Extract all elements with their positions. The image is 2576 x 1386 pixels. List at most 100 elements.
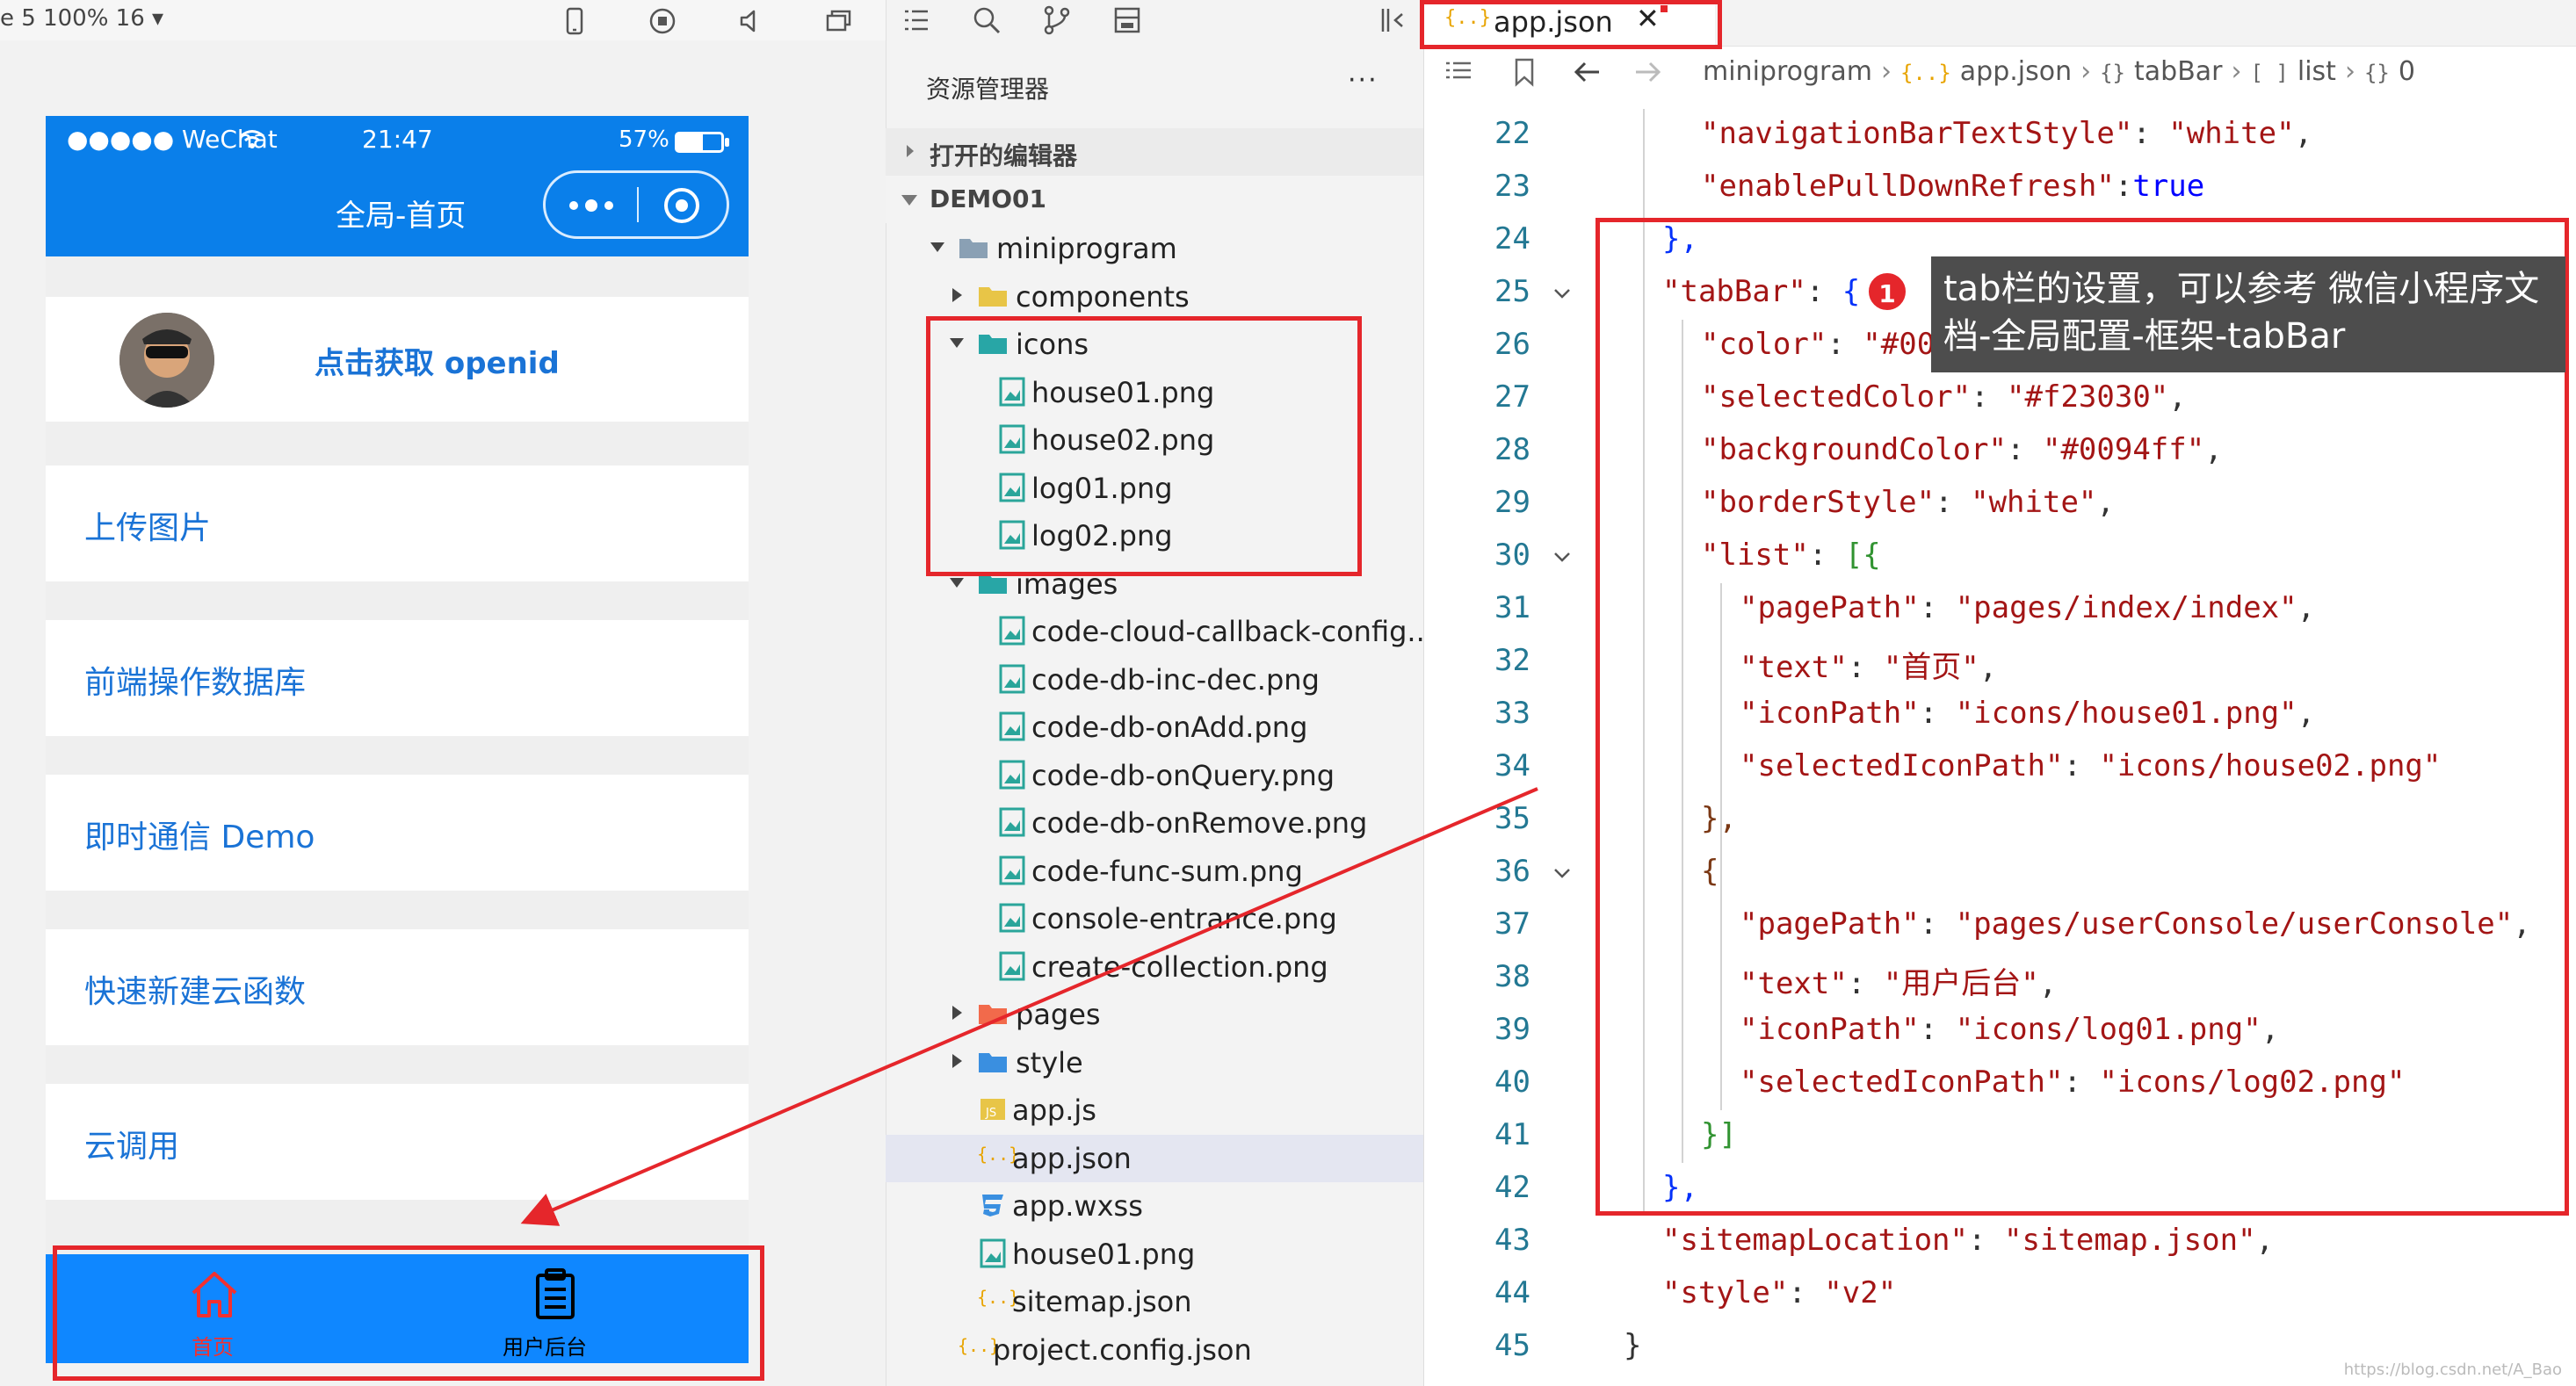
menu-item[interactable]: 即时通信 Demo — [46, 775, 749, 891]
tree-item-label: code-db-inc-dec.png — [1031, 662, 1320, 697]
folder-icon — [959, 239, 988, 258]
chevron-down-icon — [901, 195, 917, 206]
list-icon[interactable] — [900, 4, 933, 37]
svg-text:JS: JS — [985, 1107, 996, 1120]
image-file-icon — [999, 951, 1025, 980]
tree-item[interactable]: app.wxss — [886, 1182, 1423, 1230]
annotation-box-icons — [926, 316, 1362, 576]
tree-item-label: house01.png — [1012, 1237, 1196, 1271]
tree-item[interactable]: code-db-onRemove.png — [886, 799, 1423, 847]
battery-cap — [725, 138, 729, 147]
activity-toolbar — [886, 0, 1423, 40]
breadcrumb-item[interactable]: 0 — [2399, 56, 2415, 87]
open-editors-section[interactable]: 打开的编辑器 — [886, 128, 1423, 176]
breadcrumb-path: miniprogram › {..} app.json › {} tabBar › [ ] lis… — [1703, 56, 2415, 87]
close-target-icon[interactable] — [662, 185, 702, 226]
menu-item[interactable]: 前端操作数据库 — [46, 620, 749, 736]
tree-item-label: create-collection.png — [1031, 949, 1328, 984]
debug-icon[interactable] — [1111, 4, 1144, 37]
folder-icon — [979, 286, 1007, 307]
tree-item-label: app.wxss — [1012, 1189, 1143, 1223]
menu-item[interactable]: 云调用 — [46, 1084, 749, 1200]
line-number: 40 — [1494, 1065, 1530, 1100]
tree-item[interactable]: miniprogram — [886, 225, 1423, 272]
breadcrumb-icon: {..} — [1899, 61, 1951, 85]
chevron-right-icon — [907, 145, 914, 157]
stop-icon[interactable] — [647, 5, 678, 37]
watermark: https://blog.csdn.net/A_Bao — [2343, 1361, 2562, 1379]
tree-item[interactable]: {..} app.json — [886, 1134, 1423, 1182]
line-number: 28 — [1494, 432, 1530, 467]
chevron-right-icon — [952, 287, 962, 302]
line-number: 25 — [1494, 274, 1530, 309]
breadcrumb-separator: › — [1880, 56, 1892, 87]
tree-item[interactable]: code-db-onQuery.png — [886, 752, 1423, 799]
tree-item[interactable]: {..} sitemap.json — [886, 1278, 1423, 1325]
tree-item-label: code-db-onRemove.png — [1031, 806, 1368, 840]
code-line: "enablePullDownRefresh":true — [1701, 169, 2205, 204]
line-number: 31 — [1494, 590, 1530, 625]
breadcrumb-item[interactable]: miniprogram — [1703, 56, 1872, 87]
tree-item[interactable]: pages — [886, 991, 1423, 1038]
search-icon[interactable] — [970, 4, 1003, 37]
breadcrumb-item[interactable]: tabBar — [2134, 56, 2223, 87]
breadcrumb-item[interactable]: app.json — [1960, 56, 2072, 87]
tree-item[interactable]: code-cloud-callback-config.... — [886, 608, 1443, 655]
tree-item-label: sitemap.json — [1012, 1285, 1192, 1318]
fold-chevron-icon[interactable] — [1552, 283, 1573, 304]
tree-item-label: code-func-sum.png — [1031, 854, 1303, 888]
breadcrumb-item[interactable]: list — [2297, 56, 2336, 87]
mini-program-capsule — [543, 170, 729, 239]
menu-item[interactable]: 快速新建云函数 — [46, 929, 749, 1045]
collapse-panel-icon[interactable] — [1376, 4, 1409, 37]
project-section[interactable]: DEMO01 — [886, 176, 1423, 223]
line-number: 43 — [1494, 1223, 1530, 1258]
tree-item[interactable]: create-collection.png — [886, 943, 1423, 991]
git-branch-icon[interactable] — [1040, 4, 1074, 37]
back-arrow-icon[interactable] — [1571, 58, 1603, 86]
line-number: 33 — [1494, 696, 1530, 731]
line-number: 44 — [1494, 1275, 1530, 1310]
code-line: } — [1624, 1328, 1642, 1363]
explorer-more-button[interactable]: ··· — [1348, 65, 1378, 96]
forward-arrow-icon[interactable] — [1632, 58, 1664, 86]
chevron-right-icon — [952, 1053, 962, 1068]
simulator-toolbar: e 5 100% 16 ▾ — [0, 0, 886, 40]
fold-chevron-icon[interactable] — [1552, 546, 1573, 567]
project-name: DEMO01 — [930, 184, 1046, 213]
window-icon[interactable] — [822, 5, 854, 37]
tree-item-label: app.json — [1012, 1141, 1132, 1175]
phone-icon[interactable] — [559, 5, 590, 37]
bookmark-icon[interactable] — [1511, 56, 1538, 88]
tree-item-label: project.config.json — [993, 1332, 1252, 1367]
tree-item-label: style — [1016, 1045, 1083, 1079]
breadcrumb-separator: › — [2080, 56, 2092, 87]
annotation-tooltip: tab栏的设置，可以参考 微信小程序文档-全局配置-框架-tabBar — [1931, 256, 2565, 372]
openid-link[interactable]: 点击获取 openid — [315, 339, 560, 382]
line-number: 23 — [1494, 169, 1530, 204]
battery-text: 57% — [619, 126, 669, 153]
tree-item[interactable]: code-db-onAdd.png — [886, 704, 1423, 751]
outline-icon[interactable] — [1443, 58, 1474, 86]
breadcrumb-separator: › — [2231, 56, 2242, 87]
tree-item[interactable]: JS app.js — [886, 1086, 1423, 1134]
line-number: 34 — [1494, 748, 1530, 783]
fold-chevron-icon[interactable] — [1552, 863, 1573, 884]
tree-item[interactable]: code-func-sum.png — [886, 848, 1423, 895]
image-file-icon — [999, 903, 1025, 933]
image-file-icon — [999, 760, 1025, 789]
tree-item-label: code-cloud-callback-config.... — [1031, 615, 1444, 648]
tree-item[interactable]: {..} project.config.json — [886, 1326, 1423, 1374]
tree-item[interactable]: house01.png — [886, 1231, 1423, 1278]
image-file-icon — [999, 855, 1025, 884]
speaker-icon[interactable] — [734, 5, 766, 37]
tree-item[interactable]: console-entrance.png — [886, 895, 1423, 942]
tree-item[interactable]: style — [886, 1039, 1423, 1086]
more-dots-icon[interactable] — [565, 192, 618, 219]
tree-item[interactable]: components — [886, 273, 1423, 321]
menu-item[interactable]: 上传图片 — [46, 466, 749, 581]
code-line: "style": "v2" — [1662, 1275, 1897, 1310]
tree-item[interactable]: code-db-inc-dec.png — [886, 656, 1423, 704]
code-line: "navigationBarTextStyle": "white", — [1701, 116, 2313, 151]
zoom-selector[interactable]: e 5 100% 16 ▾ — [0, 5, 163, 32]
